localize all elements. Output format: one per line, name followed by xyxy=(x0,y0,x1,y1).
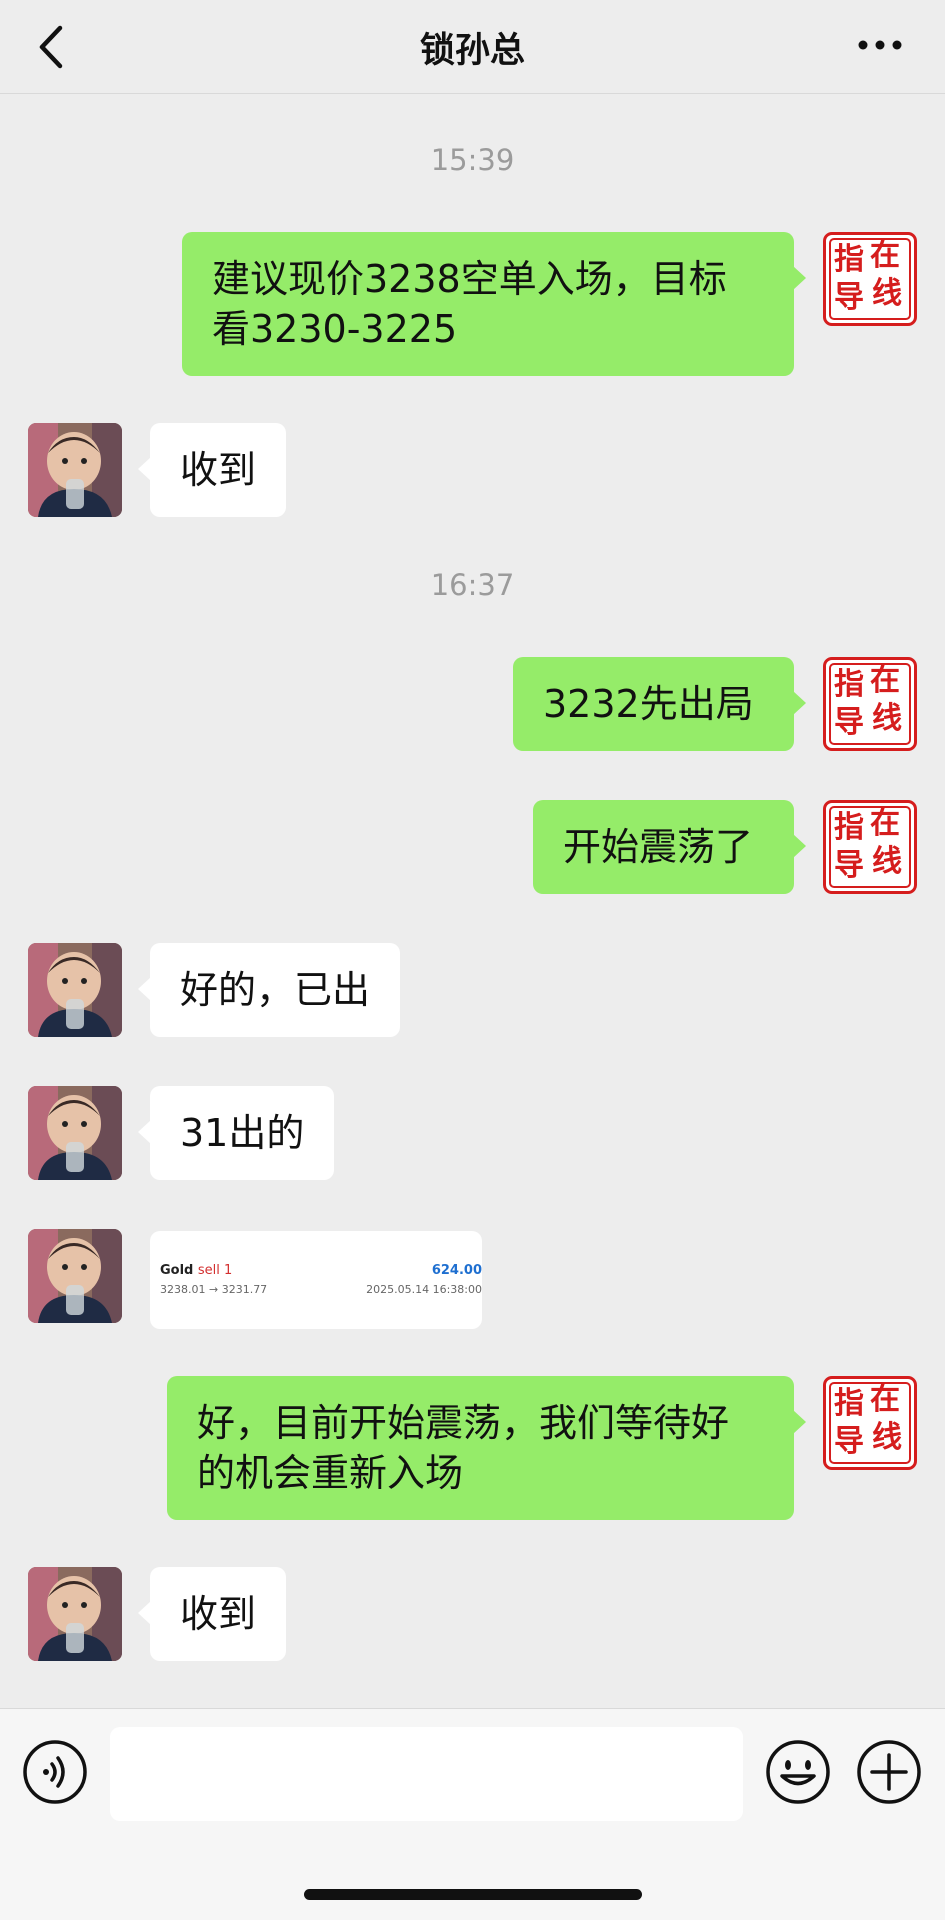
contact-avatar[interactable] xyxy=(28,943,122,1037)
seal-char: 在 xyxy=(870,1382,900,1417)
message-bubble-incoming[interactable]: 31出的 xyxy=(137,1086,335,1180)
baby-photo xyxy=(28,1567,122,1661)
seal-char: 线 xyxy=(872,844,902,879)
sender-avatar-seal[interactable]: 指 在 导 线 xyxy=(823,232,917,326)
contact-avatar[interactable] xyxy=(28,1086,122,1180)
timestamp: 16:37 xyxy=(430,568,515,602)
seal-char: 在 xyxy=(870,806,900,841)
seal-char: 导 xyxy=(834,280,864,315)
seal-char: 指 xyxy=(834,1386,864,1421)
baby-photo xyxy=(28,1086,122,1180)
chat-header: 锁孙总 xyxy=(0,0,945,94)
plus-icon xyxy=(857,1740,921,1804)
trade-symbol: Gold xyxy=(160,1263,194,1278)
chat-title: 锁孙总 xyxy=(419,31,525,71)
baby-photo xyxy=(28,423,122,517)
voice-button[interactable] xyxy=(22,1739,88,1805)
timestamp: 15:39 xyxy=(430,143,515,177)
smiley-icon xyxy=(766,1740,830,1804)
seal-char: 导 xyxy=(834,848,864,883)
message-list[interactable]: 15:39 建议现价3238空单入场，目标看3230-3225 指 在 导 线 xyxy=(0,95,945,1708)
more-button[interactable] xyxy=(855,30,905,60)
baby-photo xyxy=(28,943,122,1037)
seal-char: 指 xyxy=(834,810,864,845)
message-bubble-outgoing[interactable]: 建议现价3238空单入场，目标看3230-3225 xyxy=(182,232,806,376)
trade-datetime: 2025.05.14 16:38:00 xyxy=(366,1283,482,1296)
message-bubble-outgoing[interactable]: 好，目前开始震荡，我们等待好的机会重新入场 xyxy=(167,1376,806,1520)
message-bubble-outgoing[interactable]: 3232先出局 xyxy=(513,657,806,751)
message-bubble-incoming[interactable]: 收到 xyxy=(137,423,287,517)
seal-char: 指 xyxy=(834,242,864,277)
sender-avatar-seal[interactable]: 指 在 导 线 xyxy=(823,800,917,894)
emoji-button[interactable] xyxy=(765,1739,831,1805)
more-functions-button[interactable] xyxy=(856,1739,922,1805)
chat-screen: 锁孙总 15:39 建议现价3238空单入场，目标看3230-3225 指 在 … xyxy=(0,0,945,1920)
contact-avatar[interactable] xyxy=(28,423,122,517)
voice-icon xyxy=(23,1740,87,1804)
trade-title: Gold sell 1 xyxy=(160,1263,232,1278)
seal-char: 在 xyxy=(870,663,900,698)
input-bar xyxy=(0,1708,945,1920)
seal-char: 线 xyxy=(872,1420,902,1455)
message-bubble-incoming[interactable]: 好的，已出 xyxy=(137,943,401,1037)
seal-char: 导 xyxy=(834,1424,864,1459)
trade-prices: 3238.01 → 3231.77 xyxy=(160,1283,268,1296)
ellipsis-icon xyxy=(858,40,902,50)
message-input[interactable] xyxy=(110,1727,743,1821)
seal-char: 线 xyxy=(872,701,902,736)
seal-char: 指 xyxy=(834,667,864,702)
seal-char: 在 xyxy=(870,238,900,273)
sender-avatar-seal[interactable]: 指 在 导 线 xyxy=(823,1376,917,1470)
trade-side: sell 1 xyxy=(197,1263,233,1278)
seal-char: 导 xyxy=(834,705,864,740)
trade-screenshot-message[interactable]: Gold sell 1 624.00 3238.01 → 3231.77 202… xyxy=(150,1231,482,1329)
trade-profit: 624.00 xyxy=(431,1263,482,1278)
contact-avatar[interactable] xyxy=(28,1229,122,1323)
contact-avatar[interactable] xyxy=(28,1567,122,1661)
sender-avatar-seal[interactable]: 指 在 导 线 xyxy=(823,657,917,751)
message-bubble-outgoing[interactable]: 开始震荡了 xyxy=(533,800,806,894)
baby-photo xyxy=(28,1229,122,1323)
seal-char: 线 xyxy=(872,276,902,311)
message-bubble-incoming[interactable]: 收到 xyxy=(137,1567,287,1661)
home-indicator[interactable] xyxy=(304,1889,642,1900)
